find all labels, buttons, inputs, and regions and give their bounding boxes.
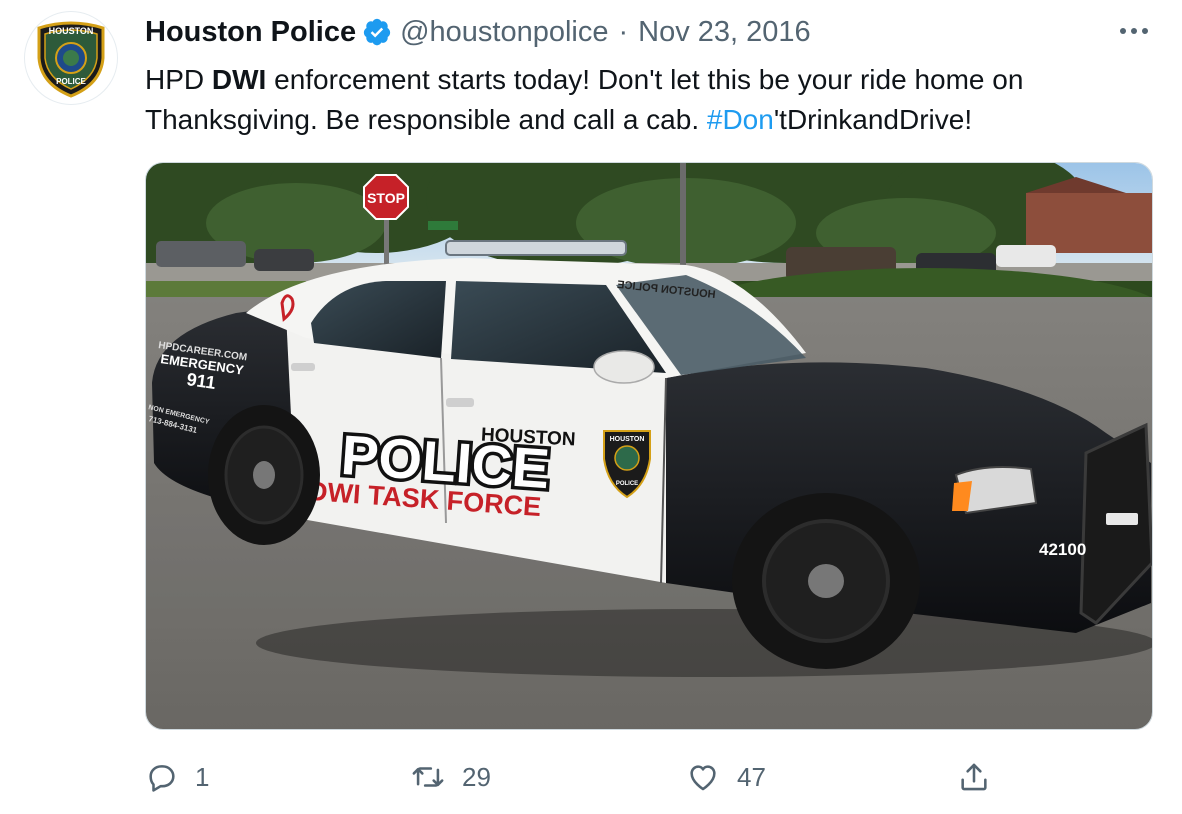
avatar-badge-top: HOUSTON: [49, 26, 94, 36]
retweet-button[interactable]: 29: [410, 755, 491, 799]
header-separator: ·: [618, 15, 629, 48]
author-handle[interactable]: @houstonpolice: [400, 16, 608, 49]
tweet-text-suffix: 'tDrinkandDrive!: [773, 104, 973, 135]
retweet-icon: [412, 767, 444, 787]
front-wheel: [732, 493, 920, 669]
tweet-date[interactable]: Nov 23, 2016: [638, 16, 811, 49]
police-badge-icon: HOUSTON POLICE: [37, 21, 105, 98]
like-button[interactable]: 47: [685, 755, 766, 799]
unit-number-text: 42100: [1039, 540, 1086, 559]
share-icon: [961, 763, 987, 791]
reply-count: 1: [195, 761, 210, 792]
stop-sign-text: STOP: [367, 190, 405, 206]
tweet-text-prefix: HPD: [145, 64, 212, 95]
rear-wheel: [208, 405, 320, 545]
share-button[interactable]: [957, 755, 1007, 799]
hashtag-link[interactable]: #Don: [707, 104, 774, 135]
rear-911-text: 911: [185, 369, 217, 393]
verified-badge-icon: [363, 18, 391, 46]
tweet-text-bold: DWI: [211, 64, 267, 95]
reply-icon: [149, 765, 175, 792]
more-options-button[interactable]: [1116, 16, 1152, 46]
door-badge-bottom: POLICE: [616, 481, 638, 487]
retweet-count: 29: [462, 761, 491, 792]
heart-icon: [690, 765, 716, 791]
author-avatar[interactable]: HOUSTON POLICE: [25, 12, 117, 104]
author-name[interactable]: Houston Police: [145, 16, 356, 49]
tweet-header: Houston Police @houstonpolice · Nov 23, …: [145, 12, 811, 52]
avatar-badge-bottom: POLICE: [56, 77, 86, 86]
police-car-photo: STOP HOUSTON POLICE DWI TASK FORCE HOUST…: [146, 163, 1152, 729]
tweet-actions: 1 29 47: [145, 755, 1145, 799]
like-count: 47: [737, 761, 766, 792]
reply-button[interactable]: 1: [145, 755, 209, 799]
tweet-photo[interactable]: STOP HOUSTON POLICE DWI TASK FORCE HOUST…: [145, 162, 1153, 730]
tweet-text: HPD DWI enforcement starts today! Don't …: [145, 60, 1145, 140]
more-dots-icon: [1120, 28, 1148, 34]
door-badge-top: HOUSTON: [610, 436, 645, 443]
